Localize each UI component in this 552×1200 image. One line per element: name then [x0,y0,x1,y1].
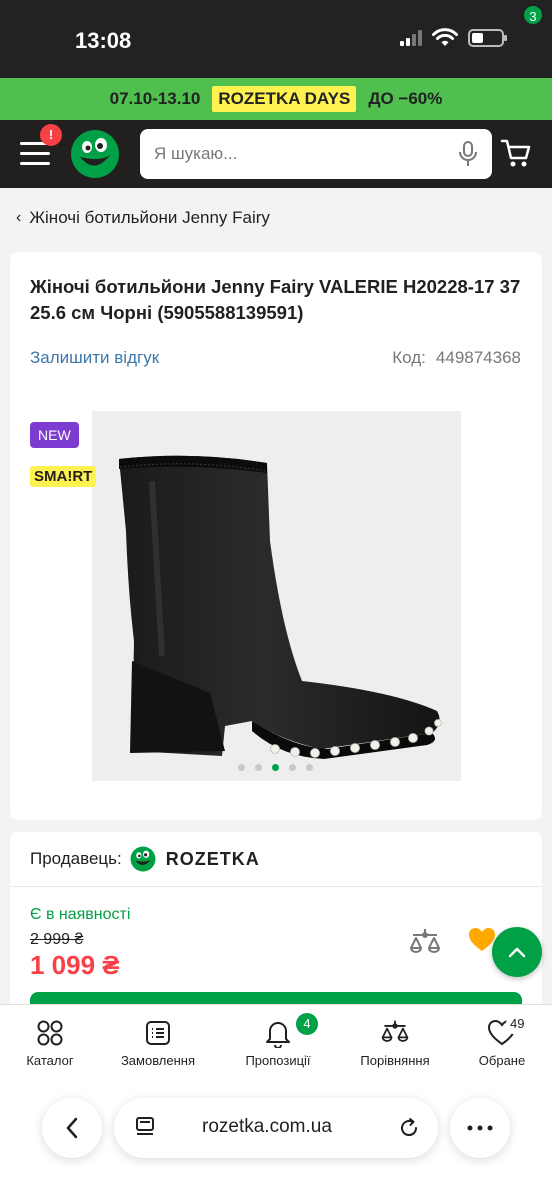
seller-card: Продавець: ROZETKA Є в наявності 2 999 ₴… [10,832,542,1012]
bell-icon [266,1022,290,1048]
leave-review-link[interactable]: Залишити відгук [30,348,159,368]
availability-status: Є в наявності [30,906,131,923]
microphone-icon[interactable] [458,141,478,167]
gallery-dots[interactable] [238,764,313,771]
reload-icon[interactable] [398,1117,420,1139]
seller-row: Продавець: ROZETKA [30,846,260,872]
menu-button[interactable] [20,142,50,166]
promo-tag: ROZETKA DAYS [212,86,357,112]
cart-icon[interactable] [500,138,532,168]
product-title: Жіночі ботильйони Jenny Fairy VALERIE H2… [30,276,521,323]
url-text: rozetka.com.ua [202,1116,332,1137]
browser-back-button[interactable] [42,1098,102,1158]
seller-label: Продавець: [30,849,122,868]
badge-smart: SMA!RT [30,466,97,487]
promo-discount: ДО −60% [368,89,443,108]
nav-offers[interactable]: Пропозиції 4 [228,1013,328,1068]
search-bar [140,129,492,179]
nav-label: Пропозиції [245,1053,311,1068]
breadcrumb[interactable]: ‹ Жіночі ботильйони Jenny Fairy [16,208,270,228]
search-input[interactable] [154,129,444,179]
gallery-dot[interactable] [255,764,262,771]
product-code-value: 449874368 [435,348,521,367]
browser-toolbar: rozetka.com.ua [0,1090,552,1200]
divider [10,886,542,887]
cart-count-badge: 3 [522,4,544,26]
nav-label: Порівняння [360,1053,430,1068]
nav-label: Обране [478,1053,526,1068]
promo-banner[interactable]: 07.10-13.10 ROZETKA DAYS ДО −60% [0,78,552,120]
more-dots-icon [467,1125,493,1131]
scales-icon [381,1020,409,1042]
compare-scales-icon[interactable] [408,926,442,960]
seller-name[interactable]: ROZETKA [166,849,260,870]
current-price: 1 099 ₴ [30,950,120,980]
gallery-dot[interactable] [306,764,313,771]
nav-compare[interactable]: Порівняння [345,1017,445,1068]
signal-icon [400,30,422,46]
product-code-label: Код: [392,348,426,367]
promo-dates: 07.10-13.10 [109,89,201,108]
wifi-icon [432,28,458,46]
rozetka-smile-icon [130,846,156,872]
nav-catalog[interactable]: Каталог [0,1017,100,1068]
gallery-dot[interactable] [289,764,296,771]
nav-label: Каталог [26,1053,74,1068]
breadcrumb-label: Жіночі ботильйони Jenny Fairy [29,208,270,227]
chevron-up-icon [508,947,526,958]
menu-notification-badge: ! [40,124,62,146]
battery-icon [468,29,507,47]
ankle-boot-image [119,455,442,759]
rozetka-logo-icon[interactable] [70,129,120,179]
gallery-dot[interactable] [238,764,245,771]
nav-label: Замовлення [120,1053,196,1068]
orders-icon [146,1021,170,1045]
status-time: 13:08 [75,28,132,53]
product-photo[interactable] [92,411,461,781]
address-bar[interactable]: rozetka.com.ua [114,1098,438,1158]
old-price: 2 999 ₴ [30,931,84,948]
site-header: ! [0,120,552,188]
browser-more-button[interactable] [450,1098,510,1158]
nav-orders[interactable]: Замовлення [108,1017,208,1068]
product-card: Жіночі ботильйони Jenny Fairy VALERIE H2… [10,252,542,820]
badge-new: NEW [30,422,79,448]
chevron-left-icon: ‹ [16,209,22,226]
chevron-left-icon [66,1117,78,1139]
catalog-icon [37,1020,63,1046]
page-menu-icon[interactable] [134,1116,156,1138]
offers-count-badge: 4 [296,1013,318,1035]
status-bar: 13:08 [0,0,552,78]
gallery-dot[interactable] [272,764,279,771]
product-code: Код: 449874368 [392,348,521,368]
nav-favorites[interactable]: Обране 49 [452,1013,552,1068]
status-icons [400,28,507,48]
scroll-to-top-button[interactable] [492,927,542,977]
